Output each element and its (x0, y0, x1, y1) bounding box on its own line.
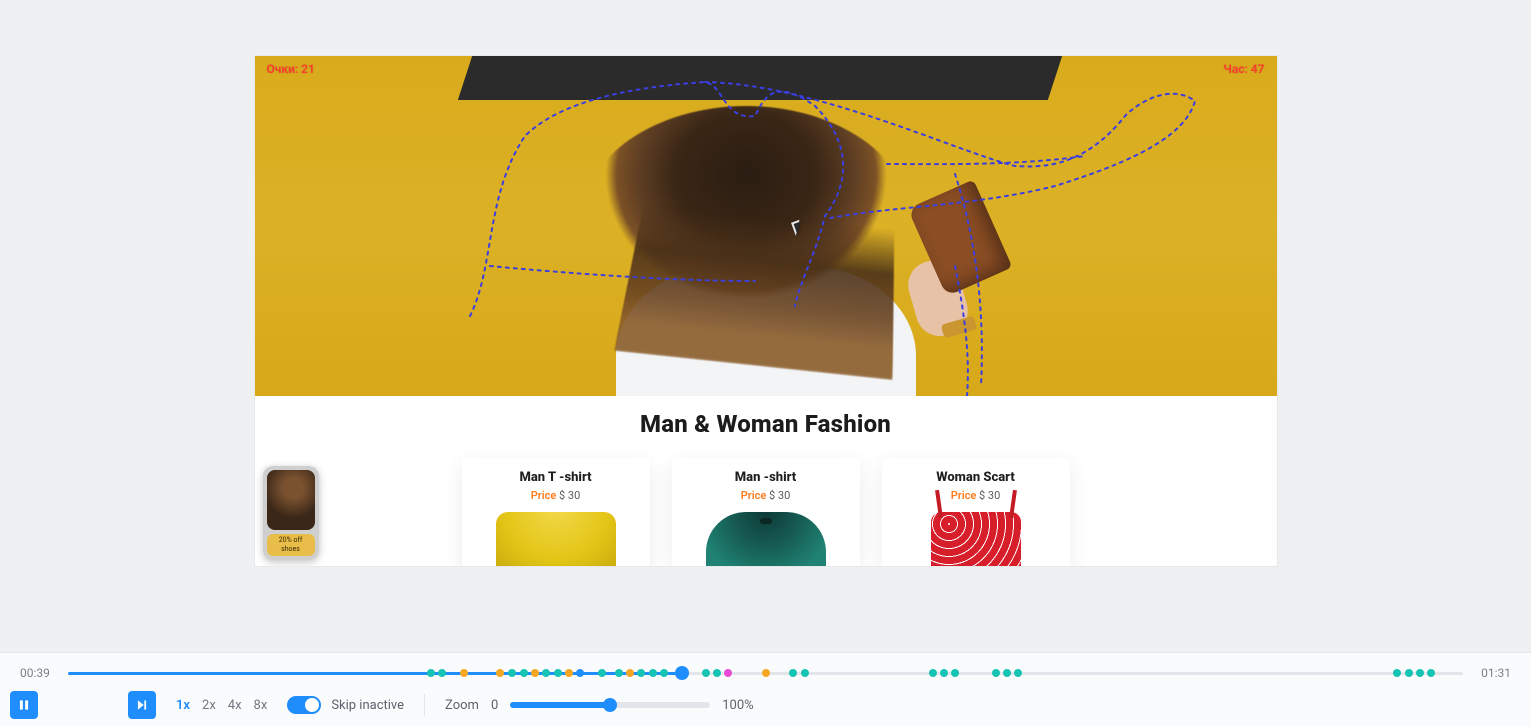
pause-button[interactable] (10, 691, 38, 719)
skip-inactive-label: Skip inactive (331, 698, 404, 713)
product-title: Man T -shirt (470, 470, 642, 485)
timeline-event-dot[interactable] (1405, 669, 1413, 677)
player-bar: 00:39 01:31 1x2x4x8x Skip inactive Zoom … (0, 652, 1531, 727)
timeline-event-dot[interactable] (615, 669, 623, 677)
timeline-event-dot[interactable] (702, 669, 710, 677)
overlay-time-text: Час: 47 (1224, 62, 1265, 76)
timeline-event-dot[interactable] (427, 669, 435, 677)
timeline-event-dot[interactable] (929, 669, 937, 677)
timeline-event-dot[interactable] (1427, 669, 1435, 677)
timeline-event-dot[interactable] (460, 669, 468, 677)
overlay-score-text: Очки: 21 (267, 62, 315, 76)
timeline-event-dot[interactable] (1416, 669, 1424, 677)
timeline-progress (68, 672, 682, 675)
controls-divider (424, 694, 425, 716)
timeline-event-dot[interactable] (576, 669, 584, 677)
model-hair (581, 106, 911, 336)
total-time-label: 01:31 (1477, 666, 1511, 680)
product-title: Man -shirt (680, 470, 852, 485)
speed-option-2x[interactable]: 2x (202, 698, 216, 713)
timeline-event-dot[interactable] (660, 669, 668, 677)
timeline-event-dot[interactable] (762, 669, 770, 677)
preview-thumb-image (267, 470, 315, 530)
product-card[interactable]: Man T -shirt Price $ 30 (462, 458, 650, 566)
hero-person (506, 116, 1026, 396)
zoom-max-label: 100% (722, 698, 753, 713)
timeline-event-dot[interactable] (1014, 669, 1022, 677)
session-recording-viewport: Очки: 21 Час: 47 (255, 56, 1277, 566)
product-image (931, 512, 1021, 566)
skip-inactive-toggle[interactable] (287, 696, 321, 714)
timeline-event-dot[interactable] (554, 669, 562, 677)
timeline-event-dot[interactable] (520, 669, 528, 677)
timeline-event-dot[interactable] (438, 669, 446, 677)
timeline-event-dot[interactable] (724, 669, 732, 677)
price-label: Price (531, 489, 557, 502)
product-card[interactable]: Woman Scart Price $ 30 (882, 458, 1070, 566)
timeline-event-dot[interactable] (565, 669, 573, 677)
timeline-event-dot[interactable] (496, 669, 504, 677)
timeline-event-dot[interactable] (649, 669, 657, 677)
timeline-event-dot[interactable] (626, 669, 634, 677)
timeline-event-dot[interactable] (508, 669, 516, 677)
timeline-event-dot[interactable] (1003, 669, 1011, 677)
timeline-event-dot[interactable] (637, 669, 645, 677)
timeline-playhead[interactable] (675, 666, 689, 680)
timeline-event-dot[interactable] (940, 669, 948, 677)
hero-dark-bar (457, 56, 1061, 100)
timeline-event-dot[interactable] (1393, 669, 1401, 677)
price-value: $ 30 (979, 489, 1000, 502)
timeline-event-dot[interactable] (789, 669, 797, 677)
timeline-event-dot[interactable] (542, 669, 550, 677)
session-preview-thumb[interactable]: 20% off shoes (263, 466, 319, 560)
hero-banner: Очки: 21 Час: 47 (255, 56, 1277, 396)
zoom-slider[interactable] (510, 702, 710, 708)
speed-option-8x[interactable]: 8x (254, 698, 268, 713)
timeline-event-dot[interactable] (801, 669, 809, 677)
timeline-track[interactable] (68, 665, 1463, 681)
product-image (706, 512, 826, 566)
timeline-event-dot[interactable] (992, 669, 1000, 677)
speed-option-1x[interactable]: 1x (176, 698, 190, 713)
product-card[interactable]: Man -shirt Price $ 30 (672, 458, 860, 566)
step-forward-button[interactable] (128, 691, 156, 719)
timeline-event-dot[interactable] (951, 669, 959, 677)
speed-option-4x[interactable]: 4x (228, 698, 242, 713)
preview-thumb-label: 20% off shoes (267, 534, 315, 556)
section-title: Man & Woman Fashion (255, 410, 1277, 438)
timeline-event-dot[interactable] (598, 669, 606, 677)
price-label: Price (741, 489, 767, 502)
timeline-event-dot[interactable] (713, 669, 721, 677)
zoom-label: Zoom (445, 698, 479, 713)
zoom-min-label: 0 (491, 698, 498, 713)
product-title: Woman Scart (890, 470, 1062, 485)
price-value: $ 30 (769, 489, 790, 502)
timeline-event-dot[interactable] (531, 669, 539, 677)
zoom-handle[interactable] (603, 698, 617, 712)
zoom-fill (510, 702, 610, 708)
playback-speed-group: 1x 2x 4x 8x (176, 698, 267, 713)
price-value: $ 30 (559, 489, 580, 502)
current-time-label: 00:39 (20, 666, 54, 680)
price-label: Price (951, 489, 977, 502)
product-image (496, 512, 616, 566)
product-cards-row: Man T -shirt Price $ 30 Man -shirt Price $ … (255, 458, 1277, 566)
